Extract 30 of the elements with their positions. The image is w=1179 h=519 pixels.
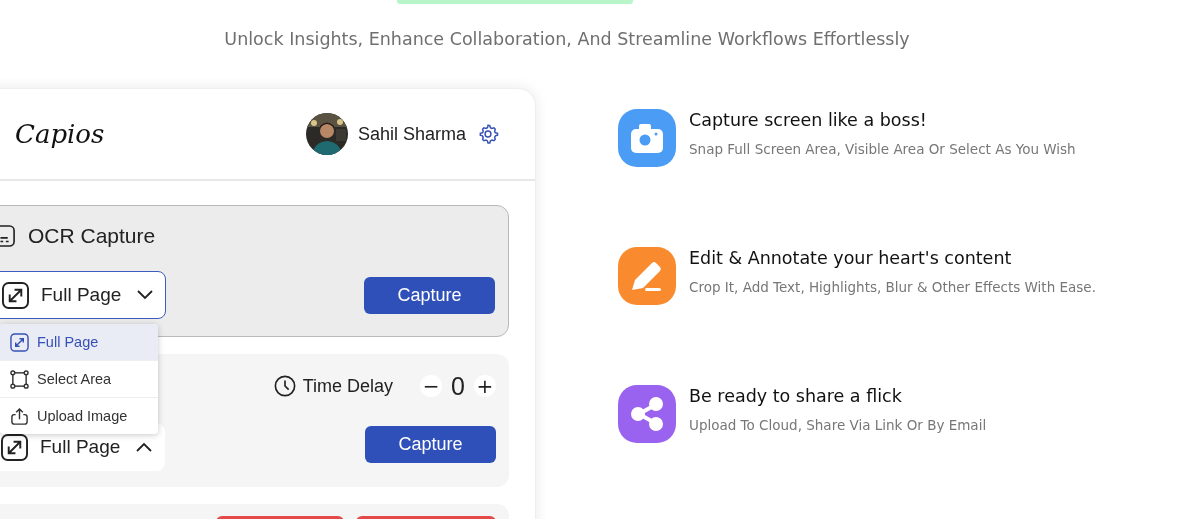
mode-select[interactable]: Full Page — [0, 271, 167, 319]
upload-icon — [10, 406, 29, 426]
feature-title: Capture screen like a boss! — [689, 109, 928, 131]
hero-subtitle: Unlock Insights, Enhance Collaboration, And Streamline Workflows Effortlessly — [223, 28, 911, 51]
feature-description: Snap Full Screen Area, Visible Area Or Select As You Wish — [689, 140, 1076, 158]
user-name: Sahil Sharma — [357, 123, 466, 145]
settings-icon[interactable] — [477, 123, 499, 145]
delay-value: 0 — [451, 371, 465, 401]
menu-item[interactable]: Full Page — [0, 324, 158, 360]
feature-title: Edit & Annotate your heart's content — [689, 247, 1013, 269]
delay-label: Time Delay — [302, 375, 394, 397]
expand-icon — [1, 433, 28, 461]
capture-button[interactable]: Capture — [364, 276, 495, 314]
feature-description: Upload To Cloud, Share Via Link Or By Email — [689, 416, 987, 434]
menu-item[interactable]: Upload Image — [0, 397, 158, 434]
increment-button[interactable]: + — [474, 375, 496, 397]
decrement-button[interactable]: − — [420, 375, 443, 397]
caret-icon — [137, 290, 154, 300]
clock-icon — [273, 375, 296, 397]
feature-description: Crop It, Add Text, Highlights, Blur & Other Effects With Ease. — [689, 278, 1096, 296]
document-icon — [0, 225, 15, 247]
menu-item[interactable]: Select Area — [0, 360, 158, 397]
feature-title: Be ready to share a flick — [689, 385, 903, 407]
expand-icon — [2, 281, 29, 309]
selection-icon — [10, 369, 29, 389]
capture-button[interactable]: Capture — [365, 426, 496, 463]
caret-icon — [136, 442, 153, 452]
panel-title: OCR Capture — [28, 224, 156, 248]
expand-icon — [10, 332, 29, 352]
logo: Capios — [15, 119, 105, 149]
